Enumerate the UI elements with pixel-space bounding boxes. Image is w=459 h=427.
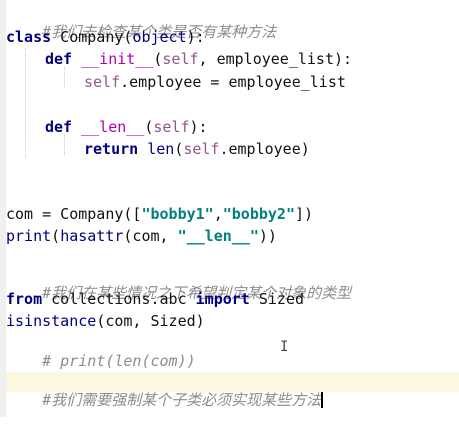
self-keyword: self xyxy=(153,118,190,136)
punct: ( xyxy=(174,140,184,158)
code-line-return: return len(self.employee) xyxy=(84,140,310,158)
code-editor[interactable]: #我们去检查某个类是否有某种方法 class Company(object): … xyxy=(0,0,459,417)
module-name: collections.abc xyxy=(42,290,196,308)
builtin-hasattr: hasattr xyxy=(60,227,124,245)
punct: )) xyxy=(258,227,277,245)
params: , employee_list): xyxy=(198,50,353,68)
string-literal: "bobby2" xyxy=(222,205,295,223)
string-literal: "__len__" xyxy=(177,227,259,245)
keyword-class: class xyxy=(6,28,52,46)
builtin-object: object xyxy=(132,28,187,46)
attr-text: .employee) xyxy=(219,140,310,158)
builtin-isinstance: isinstance xyxy=(6,312,97,330)
method-name: __init__ xyxy=(81,50,154,68)
self-keyword: self xyxy=(84,73,121,91)
punct: ]) xyxy=(295,205,314,223)
import-name: Sized xyxy=(249,290,305,308)
punct: ): xyxy=(186,28,205,46)
code-line-init-def: def __init__(self, employee_list): xyxy=(45,50,352,68)
code-line-comment: #我们在某些情况之下希望判定某个对象的类型 xyxy=(6,266,351,302)
code-text: (com, Sized) xyxy=(96,312,205,330)
keyword-def: def xyxy=(45,50,73,68)
self-keyword: self xyxy=(183,140,220,158)
code-line-len-def: def __len__(self): xyxy=(45,118,208,136)
keyword-import: import xyxy=(195,290,250,308)
code-text: com = Company([ xyxy=(6,205,142,223)
code-line-class-def: class Company(object): xyxy=(6,28,205,46)
keyword-def: def xyxy=(45,118,73,136)
indent-guide xyxy=(64,67,65,87)
method-name: __len__ xyxy=(81,118,145,136)
code-line-comment-active: #我们需要强制某个子类必须实现某些方法 xyxy=(6,373,324,409)
self-keyword: self xyxy=(162,50,199,68)
builtin-len: len xyxy=(147,140,175,158)
code-line-isinstance: isinstance(com, Sized) xyxy=(6,312,205,330)
code-line-comment: #我们去检查某个类是否有某种方法 xyxy=(6,5,276,41)
class-name: Company( xyxy=(51,28,133,46)
keyword-return: return xyxy=(84,140,139,158)
string-literal: "bobby1" xyxy=(141,205,214,223)
comment-text: # print(len(com)) xyxy=(42,352,196,370)
indent-guide xyxy=(64,135,65,155)
assign-text: .employee = employee_list xyxy=(120,73,346,91)
builtin-print: print xyxy=(6,227,52,245)
code-line-assign: self.employee = employee_list xyxy=(84,73,346,91)
punct: , xyxy=(213,205,223,223)
comment-text: #我们需要强制某个子类必须实现某些方法 xyxy=(42,391,322,409)
code-line-import: from collections.abc import Sized xyxy=(6,290,304,308)
punct: ): xyxy=(189,118,208,136)
code-line-print-hasattr: print(hasattr(com, "__len__")) xyxy=(6,227,277,245)
code-line-instantiate: com = Company(["bobby1","bobby2"]) xyxy=(6,205,313,223)
keyword-from: from xyxy=(6,290,43,308)
code-text: (com, xyxy=(123,227,178,245)
punct: ( xyxy=(51,227,61,245)
text-caret xyxy=(321,392,324,408)
code-line-comment: # print(len(com)) xyxy=(6,334,196,370)
ibeam-cursor-icon: I xyxy=(280,339,289,355)
indent-guide xyxy=(25,48,26,158)
